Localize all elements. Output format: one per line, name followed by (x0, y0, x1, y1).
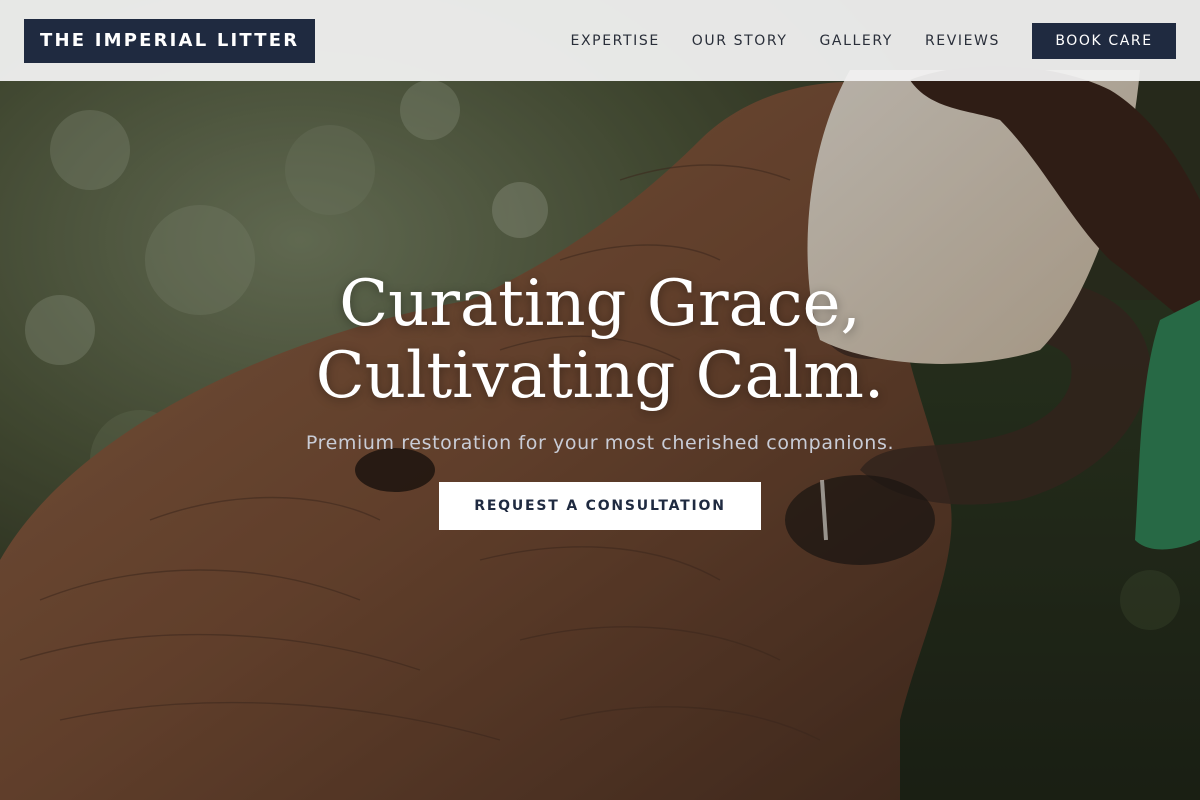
request-consultation-button[interactable]: REQUEST A CONSULTATION (439, 482, 761, 530)
main-nav: EXPERTISE OUR STORY GALLERY REVIEWS BOOK… (539, 22, 1176, 59)
nav-link-expertise[interactable]: EXPERTISE (571, 33, 660, 49)
site-logo[interactable]: THE IMPERIAL LITTER (24, 18, 316, 63)
hero-headline: Curating Grace, Cultivating Calm. (316, 268, 885, 412)
hero-headline-line-1: Curating Grace, (339, 267, 861, 341)
nav-link-our-story[interactable]: OUR STORY (692, 33, 788, 49)
hero-subheadline: Premium restoration for your most cheris… (305, 432, 895, 454)
book-care-button[interactable]: BOOK CARE (1032, 22, 1176, 59)
hero-headline-line-2: Cultivating Calm. (315, 339, 885, 413)
site-header: THE IMPERIAL LITTER EXPERTISE OUR STORY … (0, 0, 1200, 81)
hero-content: Curating Grace, Cultivating Calm. Premiu… (0, 268, 1200, 530)
nav-link-gallery[interactable]: GALLERY (819, 33, 892, 49)
nav-link-reviews[interactable]: REVIEWS (925, 33, 1000, 49)
